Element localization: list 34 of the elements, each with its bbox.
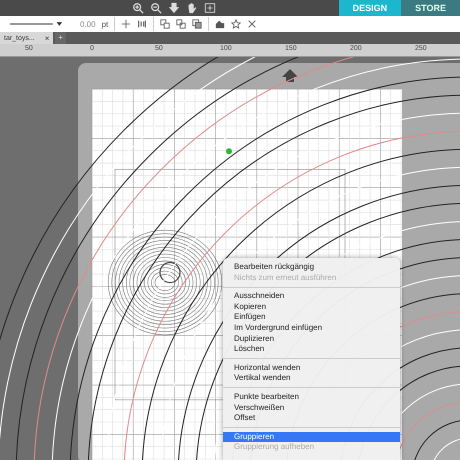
down-arrow-icon[interactable] xyxy=(168,2,180,14)
menu-item[interactable]: Bearbeiten rückgängig xyxy=(223,262,400,273)
menu-item[interactable]: Kopieren xyxy=(223,302,400,312)
menu-item[interactable]: Duplizieren xyxy=(223,334,400,344)
menu-item[interactable]: Punkte bearbeiten xyxy=(223,392,400,403)
zoom-out-icon[interactable] xyxy=(150,2,162,14)
menu-item[interactable]: Gruppieren xyxy=(223,432,400,442)
close-icon[interactable] xyxy=(247,19,258,29)
zoom-in-icon[interactable] xyxy=(132,2,144,14)
menu-item[interactable]: Löschen xyxy=(223,344,400,355)
up-arrow-icon[interactable] xyxy=(282,69,298,82)
rotate-handle[interactable] xyxy=(226,148,232,154)
menu-item[interactable]: Vertikal wenden xyxy=(223,373,400,384)
arrange-icon[interactable] xyxy=(160,19,170,29)
shape-icon[interactable] xyxy=(215,19,226,29)
new-tab-button[interactable]: + xyxy=(55,32,66,44)
menu-item[interactable]: Horizontal wenden xyxy=(223,362,400,374)
crosshair-icon[interactable] xyxy=(121,19,132,29)
align-icon[interactable] xyxy=(137,19,148,29)
arrange-icon[interactable] xyxy=(176,19,186,29)
menu-item[interactable]: Einfügen xyxy=(223,312,400,323)
mode-tab[interactable]: STORE xyxy=(401,0,460,16)
close-tab-button[interactable]: × xyxy=(44,34,50,42)
menu-item[interactable]: Verschweißen xyxy=(223,402,400,414)
unit-label: pt xyxy=(102,20,108,28)
menu-item[interactable]: Im Vordergrund einfügen xyxy=(223,322,400,334)
menu-item[interactable]: Ausschneiden xyxy=(223,291,400,302)
hand-icon[interactable] xyxy=(186,2,198,14)
arrange-icon[interactable] xyxy=(192,19,202,29)
menu-item[interactable]: Offset xyxy=(223,413,400,424)
line-style-dropdown[interactable] xyxy=(8,19,64,29)
star-icon[interactable] xyxy=(231,19,242,29)
line-width-field[interactable]: 0.00 xyxy=(80,20,96,28)
plus-box-icon[interactable] xyxy=(204,2,216,14)
